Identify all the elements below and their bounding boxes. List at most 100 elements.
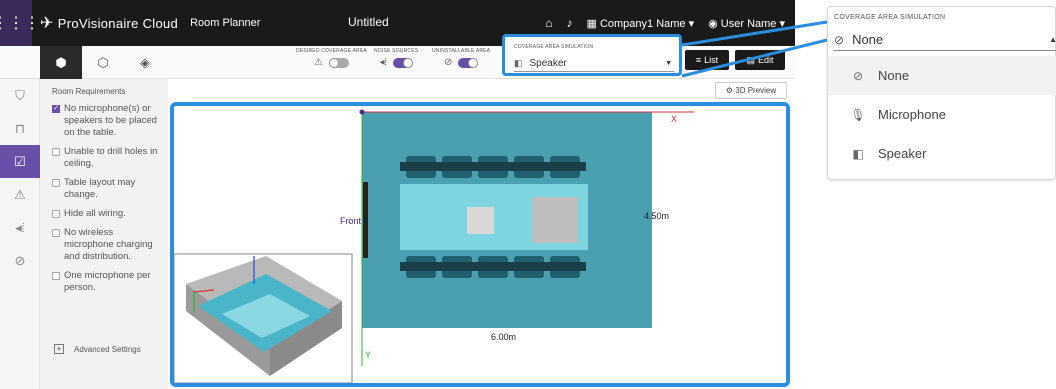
noise-sources-label: NOISE SOURCES bbox=[374, 48, 419, 54]
list-button[interactable]: ≡ List bbox=[685, 50, 729, 70]
chair-top-armrest bbox=[400, 162, 442, 171]
requirement-text: One microphone per person. bbox=[64, 270, 151, 293]
object-view-tab[interactable]: ◈ bbox=[124, 46, 166, 79]
sidebar-item-noise[interactable]: ◂⦙ bbox=[0, 211, 40, 244]
edit-button[interactable]: ▤ Edit bbox=[735, 50, 785, 70]
home-icon[interactable]: ⌂ bbox=[545, 16, 552, 30]
requirement-checkbox[interactable] bbox=[52, 148, 60, 156]
sidebar-item-coverage[interactable]: ⚠ bbox=[0, 178, 40, 211]
coverage-icon: ⚠ bbox=[14, 186, 26, 202]
requirement-checkbox[interactable] bbox=[52, 229, 60, 237]
plus-icon: + bbox=[54, 344, 64, 354]
chair-bottom-armrest bbox=[472, 262, 514, 271]
3d-preview-label: 3D Preview bbox=[735, 86, 777, 95]
mini-3d-preview[interactable] bbox=[174, 253, 353, 383]
uninstallable-icon: ⊘ bbox=[443, 57, 453, 68]
depth-dimension: 4.50m bbox=[644, 211, 669, 221]
table-icon: ⊓ bbox=[14, 120, 26, 136]
requirement-checkbox[interactable] bbox=[52, 272, 60, 280]
coverage-simulation-dropdown: COVERAGE AREA SIMULATION ⊘ None ▲ ⊘ None … bbox=[827, 6, 1056, 180]
chair-top-armrest bbox=[544, 162, 586, 171]
coverage-simulation-text: Speaker bbox=[529, 58, 567, 69]
requirements-panel: Room Requirements ✓ No microphone(s) or s… bbox=[40, 79, 168, 389]
company-selector[interactable]: ▦ Company1 Name ▾ bbox=[586, 17, 694, 30]
brand-logo: ✈ ProVisionaire Cloud bbox=[40, 13, 178, 33]
document-title[interactable]: Untitled bbox=[348, 15, 389, 29]
coverage-simulation-select[interactable]: COVERAGE AREA SIMULATION ◧ Speaker ▼ bbox=[502, 34, 682, 76]
option-none[interactable]: ⊘ None bbox=[828, 56, 1056, 95]
uninstallable-area-switch[interactable] bbox=[458, 57, 479, 68]
speaker-icon: ◧ bbox=[514, 58, 523, 68]
requirement-text: Table layout may change. bbox=[64, 177, 136, 200]
coverage-simulation-value[interactable]: ◧ Speaker ▼ bbox=[514, 56, 674, 72]
list-button-label: List bbox=[704, 55, 719, 65]
uninstallable-area-toggle-group: UNINSTALLABLE AREA ⊘ bbox=[432, 48, 490, 68]
app-grid-icon[interactable]: ⋮⋮⋮ bbox=[0, 0, 40, 46]
chair-top-armrest bbox=[508, 162, 550, 171]
requirement-text: No wireless microphone charging and dist… bbox=[64, 227, 153, 262]
requirement-item[interactable]: Hide all wiring. bbox=[40, 208, 168, 220]
chair-bottom-armrest bbox=[400, 262, 442, 271]
dropdown-selected[interactable]: ⊘ None ▲ bbox=[834, 29, 1056, 51]
3d-view-tab[interactable]: ⬡ bbox=[82, 46, 124, 79]
sidebar-item-requirements[interactable]: ⛉ bbox=[0, 79, 40, 112]
3d-preview-button[interactable]: ⚙ 3D Preview bbox=[715, 82, 787, 99]
requirement-text: Hide all wiring. bbox=[64, 208, 126, 219]
advanced-settings[interactable]: + Advanced Settings bbox=[54, 344, 141, 354]
requirement-checkbox[interactable] bbox=[52, 210, 60, 218]
building-icon: ▦ bbox=[586, 17, 597, 30]
option-speaker-label: Speaker bbox=[878, 146, 927, 161]
desired-coverage-toggle-group: DESIRED COVERAGE AREA ⚠ bbox=[296, 48, 367, 68]
eye-off-icon: ⊘ bbox=[834, 32, 845, 47]
option-speaker[interactable]: ◧ Speaker bbox=[828, 134, 1056, 173]
shield-icon: ⛉ bbox=[15, 87, 25, 103]
chair-top-armrest bbox=[472, 162, 514, 171]
option-none-label: None bbox=[878, 68, 910, 83]
requirement-item[interactable]: ✓ No microphone(s) or speakers to be plac… bbox=[40, 103, 168, 139]
table-object-large[interactable] bbox=[532, 197, 578, 243]
origin-point[interactable] bbox=[359, 109, 365, 115]
front-display[interactable] bbox=[363, 182, 368, 258]
requirement-item[interactable]: One microphone per person. bbox=[40, 270, 168, 294]
requirement-item[interactable]: Table layout may change. bbox=[40, 177, 168, 201]
sidebar-item-checklist[interactable]: ☑ bbox=[0, 145, 40, 178]
eye-off-icon: ⊘ bbox=[852, 68, 864, 83]
noise-sources-toggle-group: NOISE SOURCES ◂⦙ bbox=[374, 48, 418, 68]
desired-coverage-label: DESIRED COVERAGE AREA bbox=[296, 48, 367, 54]
y-axis-label: Y bbox=[365, 350, 371, 360]
edit-button-label: Edit bbox=[758, 55, 774, 65]
microphone-icon: 🎙 bbox=[850, 107, 866, 122]
requirement-text: Unable to drill holes in ceiling. bbox=[64, 146, 158, 169]
bell-icon[interactable]: ♪ bbox=[566, 16, 572, 30]
noise-icon: ◂⦙ bbox=[379, 57, 387, 68]
checklist-icon: ☑ bbox=[14, 153, 26, 169]
chair-bottom-armrest bbox=[544, 262, 586, 271]
table-object-small[interactable] bbox=[467, 207, 494, 234]
sidebar-item-uninstallable[interactable]: ⊘ bbox=[0, 244, 40, 277]
width-dimension: 6.00m bbox=[491, 332, 516, 342]
chevron-down-icon: ▼ bbox=[665, 60, 672, 67]
top-view-tab[interactable]: ⬢ bbox=[40, 46, 82, 79]
requirement-checkbox[interactable] bbox=[52, 179, 60, 187]
chair-top-armrest bbox=[436, 162, 478, 171]
requirements-list: ✓ No microphone(s) or speakers to be plac… bbox=[40, 103, 168, 294]
sidebar-item-furniture[interactable]: ⊓ bbox=[0, 112, 40, 145]
desired-coverage-switch[interactable] bbox=[328, 57, 349, 68]
speaker-icon: ◧ bbox=[852, 146, 864, 161]
gear-icon: ⚙ bbox=[725, 86, 734, 95]
edit-icon: ▤ bbox=[746, 54, 755, 65]
option-microphone[interactable]: 🎙 Microphone bbox=[828, 95, 1056, 134]
requirement-checkbox[interactable]: ✓ bbox=[52, 105, 60, 113]
requirement-item[interactable]: No wireless microphone charging and dist… bbox=[40, 227, 168, 263]
floor-plan-canvas[interactable]: X Y Front 4.50m 6.00m bbox=[170, 102, 790, 387]
uninstallable-area-label: UNINSTALLABLE AREA bbox=[432, 48, 491, 54]
noise-sources-switch[interactable] bbox=[392, 57, 413, 68]
floor-plan-svg[interactable]: X Y Front 4.50m 6.00m bbox=[174, 106, 786, 383]
requirement-item[interactable]: Unable to drill holes in ceiling. bbox=[40, 146, 168, 170]
chair-bottom-armrest bbox=[436, 262, 478, 271]
app-name: Room Planner bbox=[190, 17, 261, 29]
dropdown-selected-text: None bbox=[852, 32, 884, 47]
coverage-area-icon: ⚠ bbox=[313, 57, 323, 68]
front-label: Front bbox=[340, 216, 362, 226]
user-menu[interactable]: ◉ User Name ▾ bbox=[708, 17, 785, 30]
